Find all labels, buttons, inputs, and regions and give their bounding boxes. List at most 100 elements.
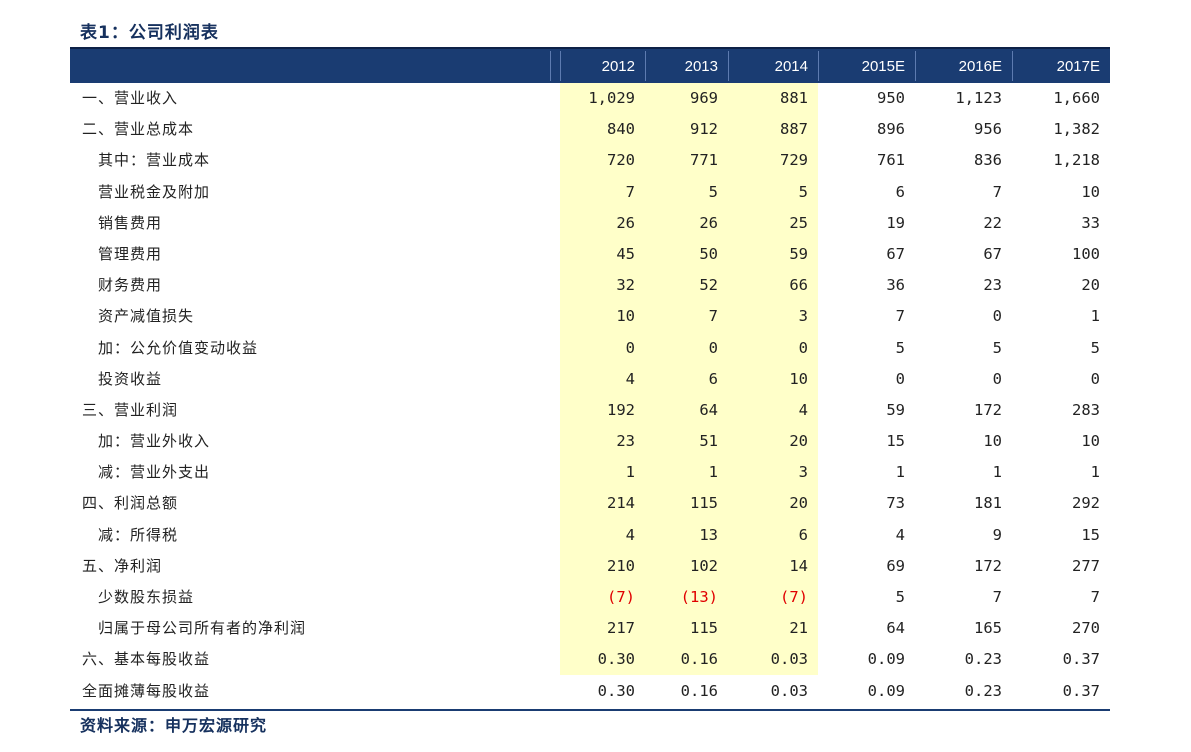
cell-value: 1,382 (1053, 120, 1100, 139)
row-label: 其中：营业成本 (98, 151, 211, 170)
table-title: 表1：公司利润表 (80, 23, 219, 43)
cell-value: 761 (877, 151, 905, 170)
cell-value: 6 (798, 525, 808, 544)
cell-value: 15 (886, 432, 905, 451)
cell-value: 7 (992, 182, 1002, 201)
cell-value: 0 (625, 338, 635, 357)
cell-value: 0.09 (867, 650, 905, 669)
cell-value: (7) (607, 588, 635, 606)
cell-value: 950 (877, 89, 905, 107)
cell-value: 20 (1081, 276, 1100, 295)
table-body: 一、营业收入 1,029 969 881 950 1,123 1,660 二、营业总成本 840… (70, 83, 1110, 707)
cell-value: 45 (616, 244, 635, 263)
table-row: 全面摊薄每股收益 0.30 0.16 0.03 0.09 0.23 0.37 (70, 676, 1110, 707)
table-row: 加：营业外收入 23 51 20 15 10 10 (70, 426, 1110, 457)
row-label: 五、净利润 (82, 556, 163, 575)
table-row: 营业税金及附加 7 5 5 6 7 10 (70, 177, 1110, 208)
cell-value: 0 (708, 338, 718, 357)
header-year-3: 2015E (861, 58, 905, 75)
cell-value: 67 (983, 244, 1002, 263)
cell-value: 181 (974, 494, 1002, 513)
cell-value: 20 (789, 432, 808, 451)
cell-value: 15 (1081, 525, 1100, 544)
cell-value: 165 (974, 619, 1002, 638)
table-header: 2012 2013 2014 2015E 2016E 2017E (70, 47, 1110, 83)
cell-value: 32 (616, 276, 635, 295)
row-label: 全面摊薄每股收益 (82, 681, 211, 700)
cell-value: 1 (895, 463, 905, 482)
cell-value: 59 (789, 244, 808, 263)
cell-value: 1 (708, 463, 718, 482)
row-label: 归属于母公司所有者的净利润 (98, 619, 307, 638)
cell-value: 21 (789, 619, 808, 638)
cell-value: 896 (877, 120, 905, 139)
table-row: 减：所得税 4 13 6 4 9 15 (70, 520, 1110, 551)
cell-value: 59 (886, 400, 905, 419)
cell-value: 20 (789, 494, 808, 513)
cell-value: 66 (789, 276, 808, 295)
cell-value: 4 (798, 400, 808, 419)
cell-value: 7 (1090, 588, 1100, 606)
table-row: 五、净利润 210 102 14 69 172 277 (70, 551, 1110, 582)
table-row: 其中：营业成本 720 771 729 761 836 1,218 (70, 145, 1110, 176)
cell-value: 1,029 (588, 89, 635, 107)
cell-value: 7 (895, 307, 905, 326)
cell-value: 956 (974, 120, 1002, 139)
cell-value: 50 (699, 244, 718, 263)
cell-value: 1,660 (1053, 89, 1100, 107)
cell-value: 13 (699, 525, 718, 544)
row-label: 减：所得税 (98, 525, 179, 544)
table-row: 加：公允价值变动收益 0 0 0 5 5 5 (70, 333, 1110, 364)
row-label: 加：公允价值变动收益 (98, 338, 259, 357)
cell-value: 10 (983, 432, 1002, 451)
cell-value: 1 (1090, 307, 1100, 326)
table-row: 三、营业利润 192 64 4 59 172 283 (70, 395, 1110, 426)
row-label: 销售费用 (98, 213, 163, 232)
table-row: 六、基本每股收益 0.30 0.16 0.03 0.09 0.23 0.37 (70, 644, 1110, 675)
cell-value: 969 (690, 89, 718, 107)
cell-value: 217 (607, 619, 635, 638)
row-label: 四、利润总额 (82, 494, 179, 513)
cell-value: 7 (708, 307, 718, 326)
row-label: 管理费用 (98, 244, 163, 263)
cell-value: 7 (625, 182, 635, 201)
row-label: 投资收益 (98, 369, 163, 388)
table-row: 归属于母公司所有者的净利润 217 115 21 64 165 270 (70, 613, 1110, 644)
cell-value: 10 (616, 307, 635, 326)
cell-value: (13) (680, 588, 718, 606)
cell-value: 5 (895, 588, 905, 606)
table-row: 销售费用 26 26 25 19 22 33 (70, 208, 1110, 239)
cell-value: 6 (708, 369, 718, 388)
cell-value: 836 (974, 151, 1002, 170)
row-label: 资产减值损失 (98, 307, 195, 326)
cell-value: 5 (1090, 338, 1100, 357)
cell-value: 73 (886, 494, 905, 513)
row-label: 加：营业外收入 (98, 432, 211, 451)
cell-value: 0 (1090, 369, 1100, 388)
row-label: 营业税金及附加 (98, 182, 211, 201)
cell-value: 5 (992, 338, 1002, 357)
cell-value: 7 (992, 588, 1002, 606)
cell-value: 23 (983, 276, 1002, 295)
cell-value: 214 (607, 494, 635, 513)
cell-value: 881 (780, 89, 808, 107)
row-label: 二、营业总成本 (82, 120, 195, 139)
cell-value: 64 (886, 619, 905, 638)
cell-value: 172 (974, 400, 1002, 419)
cell-value: 210 (607, 556, 635, 575)
cell-value: 0.37 (1062, 681, 1100, 700)
cell-value: 0.03 (770, 650, 808, 669)
cell-value: 19 (886, 213, 905, 232)
cell-value: 283 (1072, 400, 1100, 419)
cell-value: 3 (798, 307, 808, 326)
cell-value: 0.23 (964, 681, 1002, 700)
table-row: 四、利润总额 214 115 20 73 181 292 (70, 488, 1110, 519)
source-note: 资料来源：申万宏源研究 (80, 716, 268, 735)
cell-value: 6 (895, 182, 905, 201)
cell-value: 9 (992, 525, 1002, 544)
cell-value: 5 (708, 182, 718, 201)
header-separator (550, 51, 551, 81)
cell-value: 0.37 (1062, 650, 1100, 669)
cell-value: 115 (690, 619, 718, 638)
cell-value: 771 (690, 151, 718, 170)
